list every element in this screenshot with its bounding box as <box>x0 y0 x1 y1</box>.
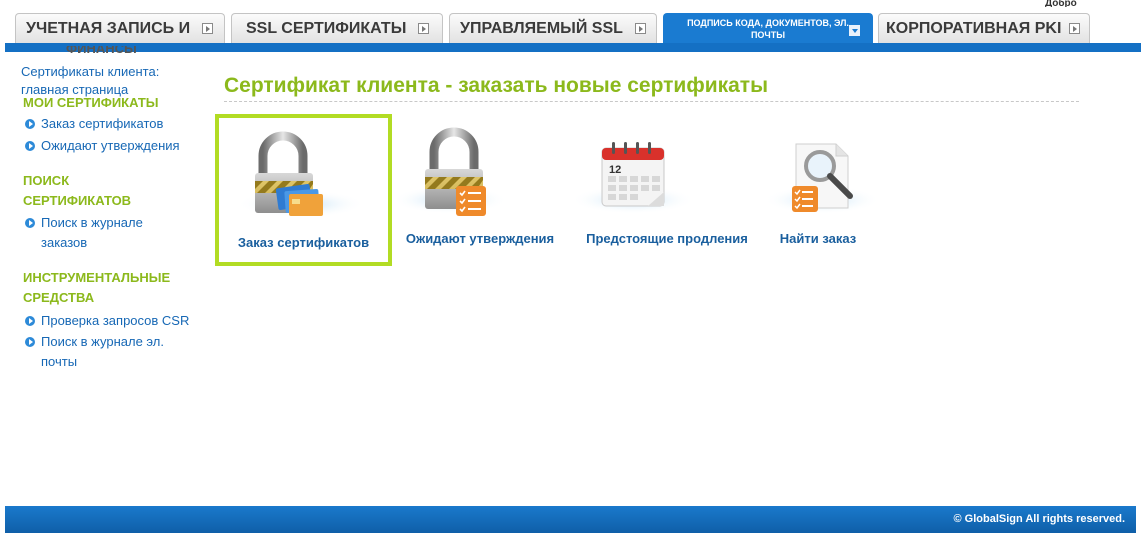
tab-label: ПОДПИСЬ КОДА, ДОКУМЕНТОВ, ЭЛ. ПОЧТЫ <box>687 17 849 40</box>
tab-ssl-certificates[interactable]: SSL СЕРТИФИКАТЫ <box>231 13 443 43</box>
tab-label: КОРПОРАТИВНАЯ PKI <box>886 19 1062 37</box>
chevron-down-icon <box>849 25 860 36</box>
tab-enterprise-pki[interactable]: КОРПОРАТИВНАЯ PKI <box>878 13 1090 43</box>
arrow-bullet-icon <box>25 119 35 129</box>
tile-pending-approval[interactable]: Ожидают утверждения <box>392 114 568 266</box>
tile-label: Ожидают утверждения <box>405 231 555 246</box>
section-heading-my-certificates: МОИ СЕРТИФИКАТЫ <box>23 95 159 110</box>
welcome-text-cut: Добро <box>1045 0 1077 7</box>
tab-code-document-email-signing[interactable]: ПОДПИСЬ КОДА, ДОКУМЕНТОВ, ЭЛ. ПОЧТЫ <box>663 13 873 43</box>
padlock-cards-icon <box>237 131 365 218</box>
tile-upcoming-renewals[interactable]: 12 Предстоящие продления <box>572 114 762 266</box>
tab-arrow-icon <box>202 23 214 34</box>
sidebar-link-pending-approval[interactable]: Ожидают утверждения <box>23 136 193 156</box>
tab-label: УЧЕТНАЯ ЗАПИСЬ И <box>26 19 191 37</box>
sidebar-link-csr-check[interactable]: Проверка запросов CSR <box>23 311 193 331</box>
arrow-bullet-icon <box>25 218 35 228</box>
page-title: Сертификат клиента - заказать новые серт… <box>224 74 769 97</box>
arrow-bullet-icon <box>25 337 35 347</box>
calendar-day: 12 <box>609 164 621 176</box>
calendar-icon: 12 <box>572 142 695 214</box>
tile-order-certificates[interactable]: Заказ сертификатов <box>215 114 392 266</box>
sidebar-link-search-email-log[interactable]: Поиск в журнале эл. почты <box>23 332 173 372</box>
tile-label: Заказ сертификатов <box>237 235 370 250</box>
arrow-bullet-icon <box>25 141 35 151</box>
tile-label: Найти заказ <box>779 231 857 246</box>
tab-arrow-icon <box>1069 23 1081 34</box>
tab-account-finance[interactable]: УЧЕТНАЯ ЗАПИСЬ И <box>15 13 225 43</box>
top-navigation: Добро УЧЕТНАЯ ЗАПИСЬ И SSL СЕРТИФИКАТЫ У… <box>0 0 1146 52</box>
sidebar-link-order-certificates[interactable]: Заказ сертификатов <box>23 114 193 134</box>
tile-find-order[interactable]: Найти заказ <box>762 114 880 266</box>
tab-managed-ssl[interactable]: УПРАВЛЯЕМЫЙ SSL <box>449 13 657 43</box>
copyright-text: © GlobalSign All rights reserved. <box>953 513 1125 525</box>
magnifier-document-icon <box>764 143 880 214</box>
tab-label: УПРАВЛЯЕМЫЙ SSL <box>460 19 623 37</box>
tab-arrow-icon <box>418 23 430 34</box>
tab-arrow-icon <box>634 23 646 34</box>
section-heading-search-certificates: ПОИСК СЕРТИФИКАТОВ <box>23 173 132 208</box>
nav-underline-bar <box>5 43 1141 52</box>
section-heading-tools: ИНСТРУМЕНТАЛЬНЫЕ СРЕДСТВА <box>23 270 171 305</box>
tile-label: Предстоящие продления <box>586 231 748 246</box>
sidebar-link-search-order-log[interactable]: Поиск в журнале заказов <box>23 213 173 253</box>
title-divider <box>224 101 1079 102</box>
tab-label: SSL СЕРТИФИКАТЫ <box>246 19 407 37</box>
arrow-bullet-icon <box>25 316 35 326</box>
padlock-checklist-icon <box>392 127 508 216</box>
footer: © GlobalSign All rights reserved. <box>5 506 1136 533</box>
sidebar-cut-heading: ФИНАНСЫ <box>66 46 137 56</box>
